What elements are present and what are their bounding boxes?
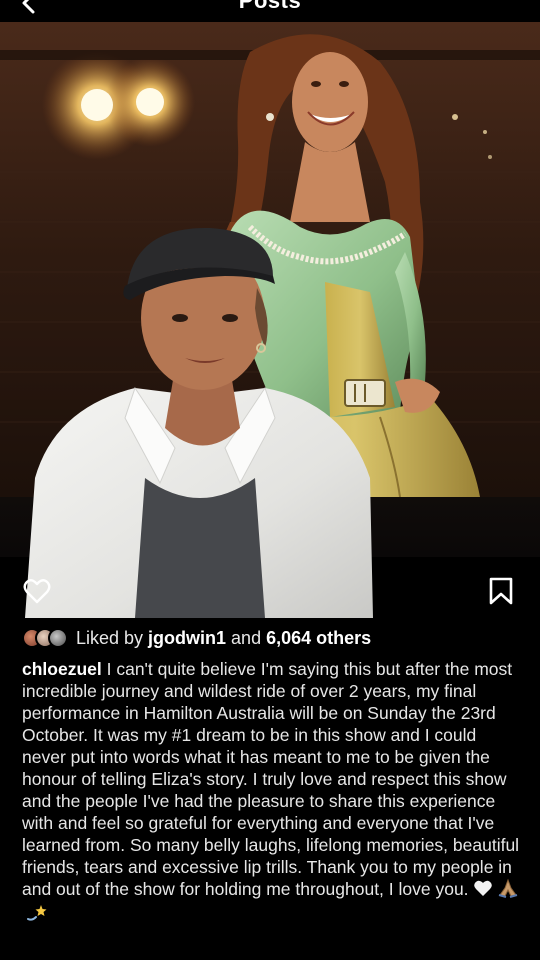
likes-prefix: Liked by xyxy=(76,627,149,648)
dizzy-star-icon xyxy=(26,903,48,928)
header-bar: Posts xyxy=(0,0,540,22)
likes-others-count[interactable]: 6,064 others xyxy=(266,628,371,648)
post-actions xyxy=(0,570,540,620)
heart-outline-icon xyxy=(23,579,51,604)
white-heart-icon xyxy=(473,879,493,902)
likes-text: Liked by jgodwin1 and 6,064 others xyxy=(76,628,371,649)
praying-hands-icon xyxy=(497,878,519,903)
save-button[interactable] xyxy=(488,576,514,606)
liker-username[interactable]: jgodwin1 xyxy=(148,628,226,648)
creator-overlay-image xyxy=(25,227,373,618)
likes-row[interactable]: Liked by jgodwin1 and 6,064 others xyxy=(22,624,371,652)
liker-avatars xyxy=(22,628,68,648)
bookmark-outline-icon xyxy=(489,577,513,605)
post-caption: chloezuel I can't quite believe I'm sayi… xyxy=(22,658,522,928)
like-button[interactable] xyxy=(22,576,52,606)
caption-username[interactable]: chloezuel xyxy=(22,659,102,679)
page-title: Posts xyxy=(238,0,302,13)
likes-middle: and xyxy=(226,627,267,648)
caption-text: I can't quite believe I'm saying this bu… xyxy=(22,659,520,900)
avatar xyxy=(48,628,68,648)
instagram-post-screen: Posts Liked by jgodwin1 and 6,064 others… xyxy=(0,0,540,960)
